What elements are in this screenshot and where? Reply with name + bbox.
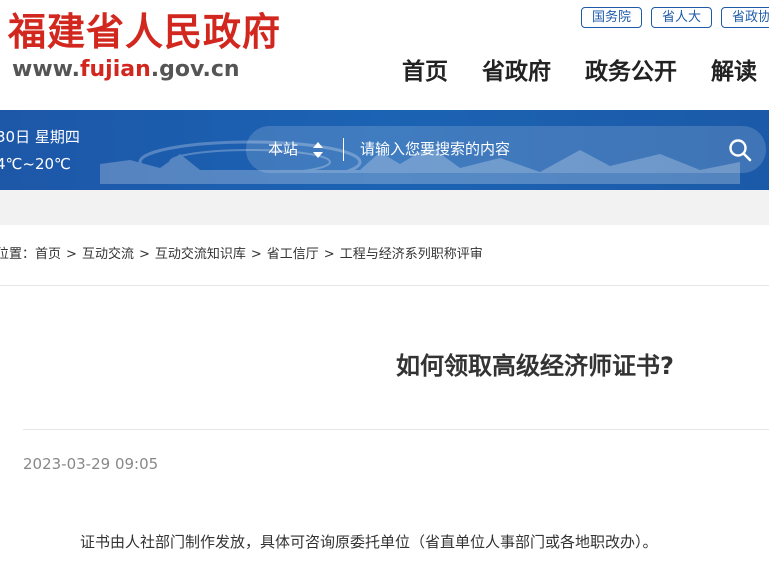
logo-url-prefix: www.	[12, 57, 80, 82]
weather-temperature: 4℃~20℃	[0, 155, 71, 173]
breadcrumb-item-home[interactable]: 首页	[35, 247, 61, 262]
top-link-provincial-cppcc[interactable]: 省政协	[721, 7, 769, 28]
nav-item-interpretation[interactable]: 解读	[711, 56, 757, 88]
article-date: 2023-03-29 09:05	[23, 455, 159, 473]
breadcrumb-divider	[0, 285, 769, 286]
breadcrumb-label: 位置：	[0, 247, 36, 262]
logo-url-highlight: fujian	[79, 57, 151, 82]
search-box: 本站 请输入您要搜索的内容	[246, 126, 766, 173]
search-divider	[343, 138, 344, 161]
nav-item-government[interactable]: 省政府	[482, 56, 551, 88]
breadcrumb-item-knowledge-base[interactable]: 互动交流知识库	[155, 247, 246, 262]
top-link-provincial-congress[interactable]: 省人大	[651, 7, 713, 28]
breadcrumb-separator: >	[250, 247, 262, 262]
article-body: 证书由人社部门制作发放，具体可咨询原委托单位（省直单位人事部门或各地职改办）。	[80, 533, 658, 551]
breadcrumb-separator: >	[66, 247, 77, 262]
breadcrumb-separator: >	[323, 247, 335, 262]
search-banner: 30日 星期四 4℃~20℃ 本站 请输入您要搜索的内容	[0, 110, 769, 190]
nav-item-home[interactable]: 首页	[402, 56, 448, 88]
article-title: 如何领取高级经济师证书?	[396, 352, 674, 380]
updown-arrow-icon[interactable]	[312, 141, 324, 159]
breadcrumb-item-industry-dept[interactable]: 省工信厅	[267, 247, 319, 262]
logo-url-suffix: .gov.cn	[150, 57, 240, 82]
main-nav: 首页 省政府 政务公开 解读	[402, 56, 757, 88]
search-icon[interactable]	[728, 138, 752, 162]
top-links: 国务院 省人大 省政协	[581, 7, 769, 28]
breadcrumb-separator: >	[138, 247, 150, 262]
title-divider	[23, 429, 769, 430]
top-link-state-council[interactable]: 国务院	[581, 7, 643, 28]
search-scope-select[interactable]: 本站	[268, 126, 298, 173]
site-logo-url: www.fujian.gov.cn	[12, 56, 240, 84]
search-input[interactable]: 请输入您要搜索的内容	[360, 126, 690, 173]
breadcrumb: 位置：首页 > 互动交流 > 互动交流知识库 > 省工信厅 > 工程与经济系列职称评审	[0, 246, 483, 264]
nav-item-gov-affairs-open[interactable]: 政务公开	[585, 56, 677, 88]
weather-date: 30日 星期四	[0, 128, 80, 146]
breadcrumb-item-title-review[interactable]: 工程与经济系列职称评审	[340, 247, 483, 262]
breadcrumb-item-interaction[interactable]: 互动交流	[82, 247, 134, 262]
gray-strip	[0, 190, 769, 225]
site-logo-title[interactable]: 福建省人民政府	[8, 8, 281, 56]
